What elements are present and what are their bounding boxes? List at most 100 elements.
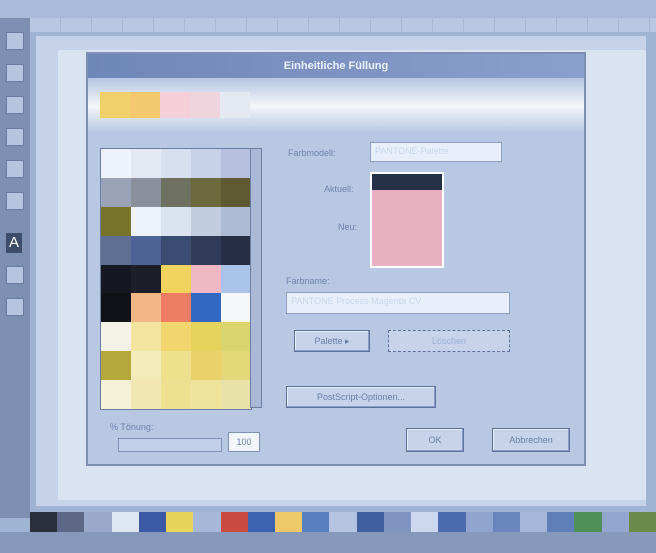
palette-swatch[interactable]	[601, 512, 629, 532]
swatch[interactable]	[221, 264, 251, 294]
swatch[interactable]	[101, 264, 131, 294]
palette-swatch[interactable]	[356, 512, 384, 532]
palette-swatch[interactable]	[57, 512, 85, 532]
swatch[interactable]	[131, 206, 161, 236]
swatch[interactable]	[101, 351, 131, 381]
swatch[interactable]	[221, 322, 251, 352]
swatch[interactable]	[161, 177, 191, 207]
swatch[interactable]	[191, 235, 221, 265]
swatch[interactable]	[101, 322, 131, 352]
swatch[interactable]	[131, 351, 161, 381]
swatch[interactable]	[221, 293, 251, 323]
color-model-select[interactable]: PANTONE-Palette	[370, 142, 502, 162]
palette-swatch[interactable]	[138, 512, 167, 532]
palette-swatch[interactable]	[302, 512, 330, 532]
fill-tool-icon[interactable]	[6, 298, 24, 316]
recent-color-swatch[interactable]	[190, 92, 220, 118]
recent-color-swatch[interactable]	[160, 92, 190, 118]
swatch[interactable]	[101, 206, 131, 236]
swatch[interactable]	[191, 264, 221, 294]
swatch[interactable]	[131, 322, 161, 352]
swatch[interactable]	[191, 149, 221, 178]
palette-swatch[interactable]	[438, 512, 466, 532]
swatch[interactable]	[161, 206, 191, 236]
swatch[interactable]	[221, 380, 251, 409]
palette-swatch[interactable]	[193, 512, 221, 532]
swatch[interactable]	[131, 264, 161, 294]
swatch[interactable]	[101, 380, 131, 409]
toolbox: A	[0, 18, 30, 518]
swatch[interactable]	[101, 235, 131, 265]
recent-color-swatch[interactable]	[130, 92, 160, 118]
outline-tool-icon[interactable]	[6, 266, 24, 284]
swatch[interactable]	[131, 235, 161, 265]
text-tool-icon[interactable]: A	[6, 233, 22, 253]
palette-button-label: Palette	[314, 336, 343, 346]
palette-swatch[interactable]	[247, 512, 275, 532]
swatch[interactable]	[131, 177, 161, 207]
swatch[interactable]	[221, 235, 251, 265]
swatch[interactable]	[221, 206, 251, 236]
swatch[interactable]	[191, 322, 221, 352]
cancel-button[interactable]: Abbrechen	[492, 428, 570, 452]
swatch[interactable]	[161, 322, 191, 352]
zoom-tool-icon[interactable]	[6, 96, 24, 114]
palette-swatch[interactable]	[465, 512, 493, 532]
tint-scrollbar[interactable]	[118, 438, 222, 452]
swatch[interactable]	[101, 293, 131, 323]
swatch[interactable]	[191, 351, 221, 381]
swatch[interactable]	[131, 293, 161, 323]
pantone-swatch-grid[interactable]	[100, 148, 252, 410]
palette-swatch[interactable]	[411, 512, 439, 532]
recent-color-swatch[interactable]	[100, 92, 130, 118]
palette-swatch[interactable]	[111, 512, 139, 532]
swatch[interactable]	[161, 264, 191, 294]
palette-swatch[interactable]	[166, 512, 194, 532]
palette-swatch[interactable]	[519, 512, 548, 532]
swatch[interactable]	[221, 177, 251, 207]
swatch[interactable]	[221, 149, 251, 178]
ellipse-tool-icon[interactable]	[6, 192, 24, 210]
swatch[interactable]	[101, 177, 131, 207]
swatch[interactable]	[191, 206, 221, 236]
palette-swatch[interactable]	[492, 512, 520, 532]
palette-swatch[interactable]	[574, 512, 602, 532]
palette-swatch[interactable]	[329, 512, 357, 532]
recent-color-swatch[interactable]	[220, 92, 250, 118]
old-color-label: Aktuell:	[324, 184, 354, 194]
swatch[interactable]	[161, 293, 191, 323]
palette-swatch[interactable]	[383, 512, 412, 532]
palette-swatch[interactable]	[274, 512, 303, 532]
color-name-field[interactable]: PANTONE Process Magenta CV	[286, 292, 510, 314]
swatch[interactable]	[191, 293, 221, 323]
swatch[interactable]	[131, 149, 161, 178]
rectangle-tool-icon[interactable]	[6, 160, 24, 178]
swatch[interactable]	[221, 351, 251, 381]
color-palette-bar[interactable]	[30, 512, 656, 532]
ok-button[interactable]: OK	[406, 428, 464, 452]
swatch[interactable]	[131, 380, 161, 409]
swatch[interactable]	[191, 380, 221, 409]
uniform-fill-dialog: Einheitliche Füllung Farbmodell: PANTONE…	[86, 52, 586, 466]
delete-color-button[interactable]: Löschen	[388, 330, 510, 352]
tint-value-field[interactable]: 100	[228, 432, 260, 452]
palette-swatch[interactable]	[220, 512, 248, 532]
pick-tool-icon[interactable]	[6, 32, 24, 50]
palette-swatch[interactable]	[547, 512, 575, 532]
swatch[interactable]	[161, 235, 191, 265]
swatch-scrollbar[interactable]	[250, 148, 262, 408]
swatch[interactable]	[161, 351, 191, 381]
palette-swatch[interactable]	[628, 512, 656, 532]
new-color-label: Neu:	[338, 222, 358, 232]
swatch[interactable]	[161, 380, 191, 409]
palette-button[interactable]: Palette ▸	[294, 330, 370, 352]
postscript-options-button[interactable]: PostScript-Optionen...	[286, 386, 436, 408]
palette-swatch[interactable]	[30, 512, 58, 532]
pencil-tool-icon[interactable]	[6, 128, 24, 146]
swatch[interactable]	[191, 177, 221, 207]
swatch[interactable]	[161, 149, 191, 178]
app-title-bar	[0, 0, 656, 18]
palette-swatch[interactable]	[84, 512, 112, 532]
swatch[interactable]	[101, 149, 131, 178]
shape-tool-icon[interactable]	[6, 64, 24, 82]
